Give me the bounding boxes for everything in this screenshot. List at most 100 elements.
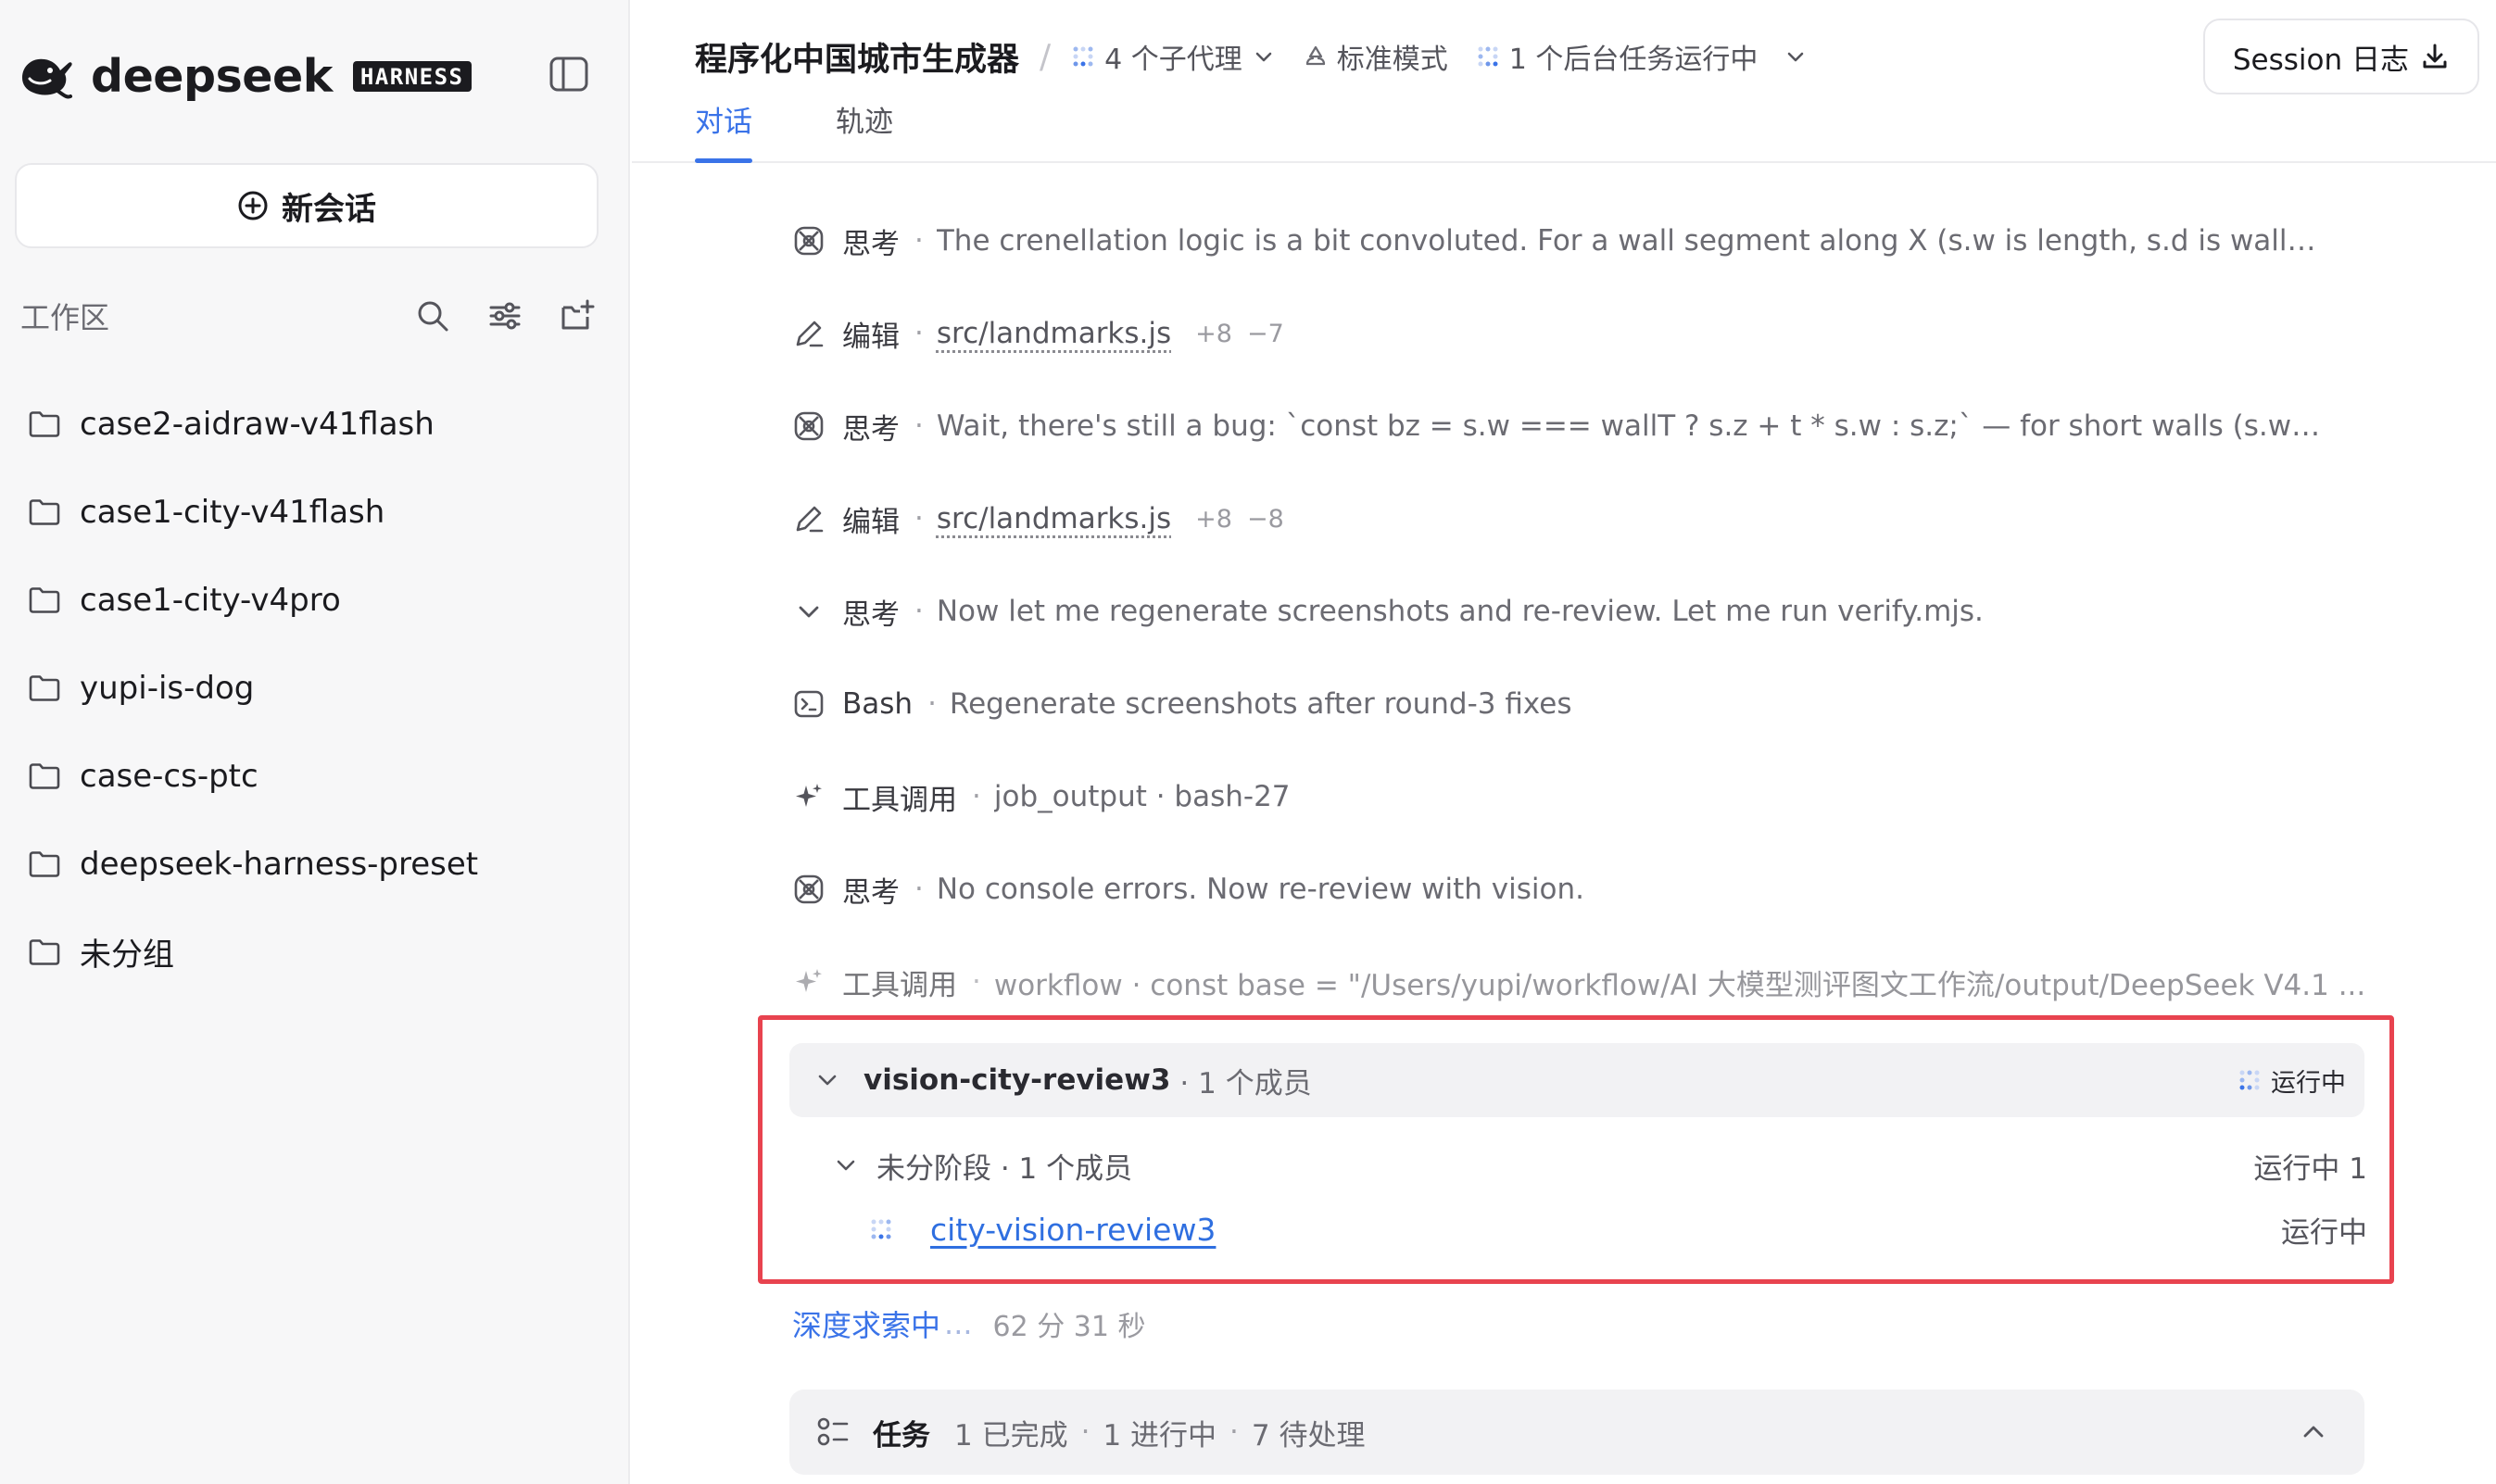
grid-dots-icon [1478, 46, 1498, 67]
brand[interactable]: deepseek HARNESS [17, 48, 472, 104]
filter-sliders-icon[interactable] [487, 298, 523, 333]
feed-item-kind: 编辑 [842, 320, 900, 354]
agent-group-header[interactable]: vision-city-review3 · 1 个成员 运行中 [789, 1043, 2364, 1117]
phase-label: 未分阶段 · 1 个成员 [876, 1151, 1133, 1186]
feed-item-desc: The crenellation logic is a bit convolut… [936, 224, 2326, 258]
deep-search-status: 深度求索中 ... 62 分 31 秒 [792, 1301, 1146, 1347]
tasks-in-progress: 1 进行中 [1103, 1418, 1217, 1453]
activity-feed: 思考 · The crenellation logic is a bit con… [792, 195, 2367, 1028]
deepseek-whale-logo-icon [22, 58, 72, 99]
subagents-label: 4 个子代理 [1104, 44, 1242, 76]
agent-group-name: vision-city-review3 [864, 1063, 1171, 1097]
folder-item[interactable]: case1-city-v41flash [28, 468, 602, 556]
member-agent-link[interactable]: city-vision-review3 [930, 1212, 1216, 1248]
feed-item-edit[interactable]: 编辑 · src/landmarks.js +8 −7 [792, 287, 2367, 380]
workspace-label: 工作区 [20, 300, 110, 335]
folder-icon [29, 410, 60, 437]
edit-icon [796, 321, 824, 347]
member-status: 运行中 [2281, 1215, 2367, 1250]
folder-item[interactable]: case1-city-v4pro [28, 556, 602, 644]
feed-item-kind: 工具调用 [842, 783, 957, 817]
feed-item-edit[interactable]: 编辑 · src/landmarks.js +8 −8 [792, 472, 2367, 565]
grid-dots-icon [871, 1219, 891, 1239]
elapsed-time: 62 分 31 秒 [992, 1311, 1146, 1343]
chevron-down-icon [837, 1160, 855, 1171]
mode-indicator[interactable]: 标准模式 [1304, 36, 1448, 77]
agent-group-count: · 1 个成员 [1179, 1066, 1312, 1100]
search-icon[interactable] [415, 298, 450, 333]
sidebar-toggle-icon [549, 57, 588, 92]
session-log-button[interactable]: Session 日志 [2202, 19, 2479, 94]
feed-item-tool-call[interactable]: 工具调用 · workflow · const base = "/Users/y… [792, 936, 2367, 1028]
mode-label: 标准模式 [1336, 44, 1448, 76]
collapse-sidebar-button[interactable] [548, 56, 589, 93]
session-log-label: Session 日志 [2232, 43, 2409, 77]
feed-item-thinking[interactable]: 思考 · No console errors. Now re-review wi… [792, 843, 2367, 936]
page-title: 程序化中国城市生成器 [695, 41, 1020, 79]
folder-list: case2-aidraw-v41flash case1-city-v41flas… [28, 380, 602, 996]
background-tasks-dropdown[interactable]: 1 个后台任务运行中 [1476, 36, 1809, 77]
folder-item[interactable]: 未分组 [28, 908, 602, 996]
folder-label: yupi-is-dog [80, 669, 255, 707]
feed-item-bash[interactable]: Bash · Regenerate screenshots after roun… [792, 658, 2367, 750]
folder-item[interactable]: yupi-is-dog [28, 644, 602, 732]
sidebar: deepseek HARNESS 新会话 工作区 case2-aidraw-v4… [0, 0, 630, 1484]
folder-label: case1-city-v41flash [80, 493, 385, 531]
edit-icon [796, 506, 824, 533]
task-summary-bar[interactable]: 任务 1 已完成 · 1 进行中 · 7 待处理 [789, 1390, 2364, 1475]
feed-item-tool-call[interactable]: 工具调用 · job_output · bash-27 [792, 750, 2367, 843]
feed-item-desc: job_output · bash-27 [993, 780, 1291, 813]
title-separator: / [1040, 37, 1052, 76]
feed-item-kind: 编辑 [842, 505, 900, 539]
edited-file-link[interactable]: src/landmarks.js [937, 502, 1171, 535]
folder-item[interactable]: case-cs-ptc [28, 732, 602, 820]
edited-file-link[interactable]: src/landmarks.js [937, 317, 1171, 350]
tab-conversation[interactable]: 对话 [695, 96, 752, 163]
new-chat-button[interactable]: 新会话 [15, 163, 599, 248]
chevron-down-icon [799, 606, 819, 618]
agent-group-status: 运行中 [2238, 1063, 2346, 1099]
brand-badge: HARNESS [352, 60, 472, 92]
thinking-icon [794, 226, 824, 256]
sparkle-icon [796, 969, 822, 992]
top-header: 程序化中国城市生成器 / 4 个子代理 标准模式 1 个后台任务运行中 Sess… [632, 0, 2496, 163]
member-row: city-vision-review3 运行中 [869, 1206, 2367, 1252]
grid-dots-icon [1073, 46, 1093, 67]
task-list-icon [817, 1417, 849, 1446]
thinking-icon [794, 874, 824, 904]
phase-row[interactable]: 未分阶段 · 1 个成员 运行中 1 [834, 1139, 2367, 1191]
brand-name: deepseek [91, 49, 333, 103]
feed-item-thinking-expanded[interactable]: 思考 · Now let me regenerate screenshots a… [792, 565, 2367, 658]
feed-item-kind: 思考 [842, 597, 900, 632]
lines-added: +8 [1195, 319, 1232, 348]
grid-dots-icon [2239, 1070, 2260, 1090]
feed-item-thinking[interactable]: 思考 · The crenellation logic is a bit con… [792, 195, 2367, 287]
chevron-down-icon [1788, 52, 1804, 62]
folder-icon [29, 674, 60, 701]
feed-item-kind: 工具调用 [842, 968, 957, 1002]
phase-status: 运行中 1 [2253, 1151, 2367, 1186]
agent-group-status-label: 运行中 [2271, 1068, 2346, 1098]
chevron-up-icon[interactable] [2300, 1418, 2327, 1446]
folder-icon [29, 498, 60, 525]
folder-item[interactable]: deepseek-harness-preset [28, 820, 602, 908]
lines-removed: −7 [1246, 319, 1284, 348]
folder-item[interactable]: case2-aidraw-v41flash [28, 380, 602, 468]
chevron-down-icon [1255, 52, 1272, 62]
subagents-dropdown[interactable]: 4 个子代理 [1071, 36, 1276, 77]
feed-item-kind: 思考 [842, 227, 900, 261]
task-title: 任务 [873, 1418, 930, 1453]
new-folder-icon[interactable] [560, 298, 595, 333]
lines-added: +8 [1195, 504, 1232, 534]
folder-label: case1-city-v4pro [80, 581, 341, 619]
tab-trajectory[interactable]: 轨迹 [836, 96, 893, 163]
deep-search-ellipsis: ... [944, 1306, 973, 1341]
sparkle-icon [796, 784, 822, 807]
lines-removed: −8 [1246, 504, 1284, 534]
workspace-header: 工作区 [20, 293, 595, 339]
folder-label: case-cs-ptc [80, 757, 258, 795]
feed-item-desc: Wait, there's still a bug: `const bz = s… [936, 409, 2326, 443]
download-icon [2423, 44, 2447, 69]
feed-item-thinking[interactable]: 思考 · Wait, there's still a bug: `const b… [792, 380, 2367, 472]
chevron-down-icon [818, 1075, 837, 1086]
